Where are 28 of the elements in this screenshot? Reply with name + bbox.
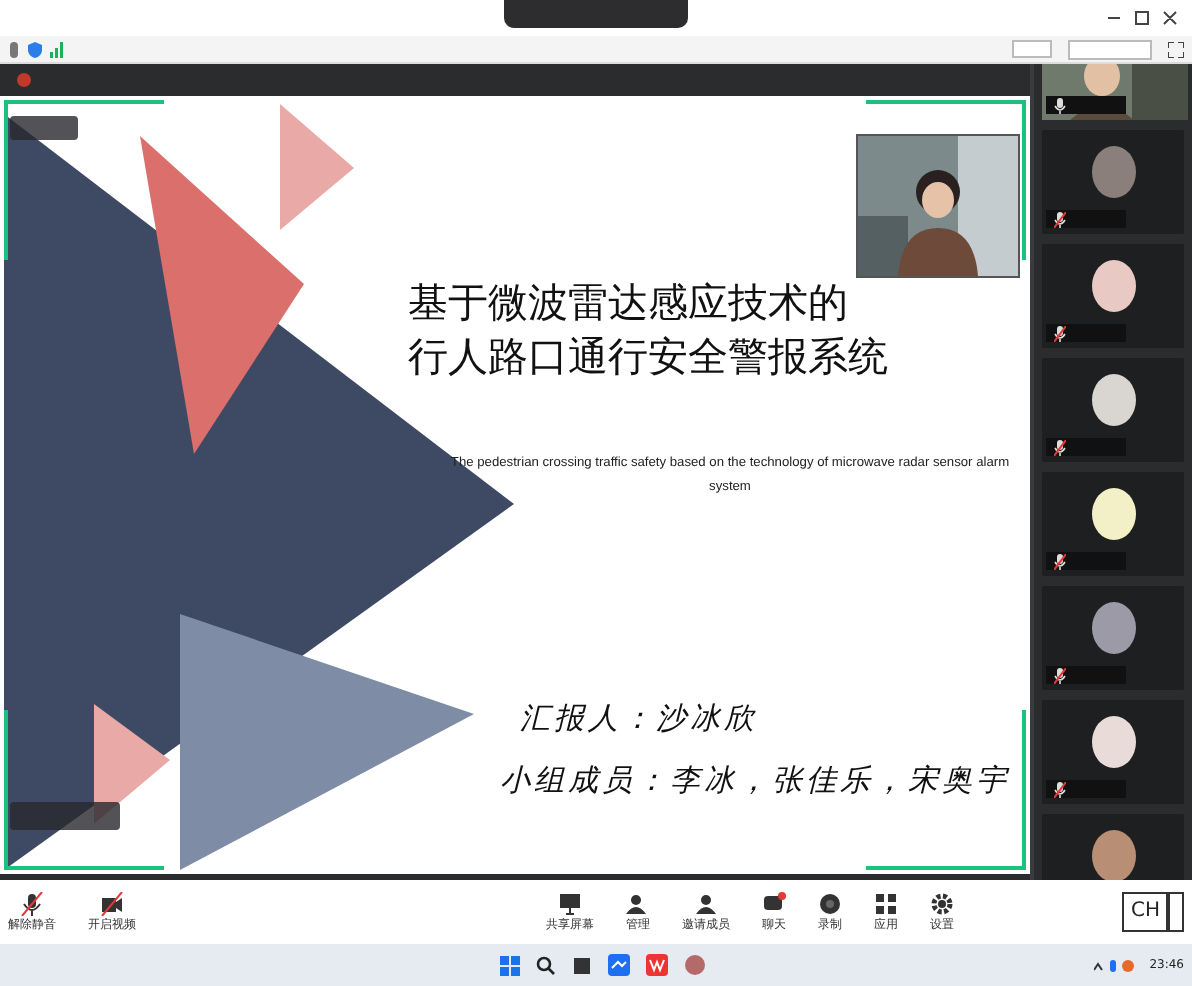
start-icon[interactable] (500, 955, 520, 975)
search-icon[interactable] (536, 955, 556, 975)
screen-share-icon (558, 891, 582, 915)
slide-title-line: 基于微波雷达感应技术的 (408, 276, 850, 330)
fullscreen-icon[interactable] (1168, 41, 1184, 57)
chat-icon (762, 891, 786, 915)
person-add-icon (694, 891, 718, 915)
language-indicator[interactable]: CH (1122, 892, 1168, 932)
settings-icon (930, 891, 954, 915)
shield-icon[interactable] (28, 41, 42, 57)
record-icon (818, 891, 842, 915)
signal-icon[interactable] (50, 41, 64, 57)
person-icon (626, 891, 650, 915)
slide-title-line: 行人路口通行安全警报系统 (408, 330, 890, 384)
window-controls-icon[interactable] (1104, 10, 1180, 26)
presenter-line: 汇报人：沙冰欣 (520, 698, 760, 740)
info-icon[interactable] (8, 41, 20, 57)
task-view-icon[interactable] (572, 955, 592, 975)
apps-icon (874, 891, 898, 915)
speaker-label (10, 802, 120, 830)
tray-icons-drawing[interactable] (1093, 957, 1134, 973)
muted-mic-icon (20, 891, 44, 915)
meeting-app-icon[interactable] (608, 954, 630, 976)
office-app-icon[interactable] (646, 954, 668, 976)
browser-icon[interactable] (684, 954, 706, 976)
record-icon (16, 72, 32, 88)
members-line: 小组成员：李冰，张佳乐，宋奥宇 (500, 759, 1012, 801)
camera-off-icon (100, 891, 124, 915)
